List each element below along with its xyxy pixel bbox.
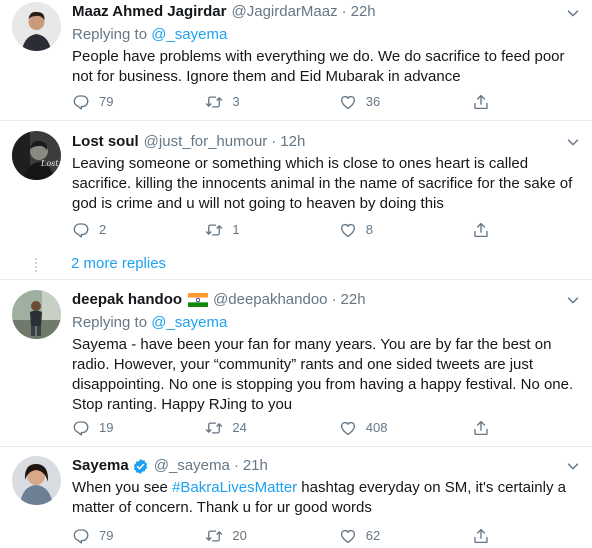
reply-button[interactable]: 2 (72, 219, 205, 241)
like-count: 36 (365, 94, 381, 109)
thread-connector (35, 258, 37, 272)
retweet-icon (205, 419, 223, 437)
author-name[interactable]: Maaz Ahmed Jagirdar (72, 2, 227, 22)
avatar[interactable] (12, 2, 61, 51)
author-name[interactable]: Sayema (72, 456, 129, 476)
share-icon (472, 221, 490, 239)
replying-to: Replying to @_sayema (72, 313, 578, 333)
avatar[interactable] (12, 290, 61, 339)
verified-icon (133, 458, 147, 474)
retweet-count: 20 (232, 528, 247, 543)
reply-button[interactable]: 79 (72, 91, 205, 113)
show-more-replies-link[interactable]: 2 more replies (71, 254, 166, 274)
share-button[interactable] (472, 417, 512, 439)
like-button[interactable]: 8 (339, 219, 472, 241)
hashtag-link[interactable]: #BakraLivesMatter (172, 479, 297, 496)
reply-count: 19 (99, 420, 114, 435)
retweet-count: 1 (232, 222, 240, 237)
avatar-caption: Lost (41, 159, 59, 168)
tweet-text: People have problems with everything we … (72, 48, 565, 85)
retweet-icon (205, 221, 223, 239)
reply-icon (72, 93, 90, 111)
like-icon (339, 93, 357, 111)
like-icon (339, 221, 357, 239)
tweet-card[interactable]: deepak handoo @deepakhandoo · 22h Replyi… (0, 280, 592, 446)
like-count: 8 (365, 222, 374, 237)
tweet-card[interactable]: Lost Lost soul @just_for_humour · 12h Le… (0, 121, 592, 251)
share-button[interactable] (472, 525, 512, 547)
separator-dot: · (331, 291, 337, 308)
reply-count: 79 (99, 94, 114, 109)
like-button[interactable]: 62 (339, 525, 472, 547)
author-handle[interactable]: @JagirdarMaaz (232, 2, 338, 22)
author-name[interactable]: deepak handoo (72, 290, 182, 310)
retweet-button[interactable]: 1 (205, 219, 338, 241)
share-button[interactable] (472, 91, 512, 113)
like-icon (339, 419, 357, 437)
separator-dot: · (233, 457, 239, 474)
retweet-icon (205, 93, 223, 111)
author-name[interactable]: Lost soul (72, 132, 139, 152)
like-button[interactable]: 36 (339, 91, 472, 113)
tweet-timestamp[interactable]: 22h (351, 2, 376, 22)
tweet-text-part: When you see (72, 479, 173, 496)
replying-to: Replying to @_sayema (72, 25, 578, 45)
author-handle[interactable]: @just_for_humour (144, 132, 268, 152)
reply-icon (72, 527, 90, 545)
separator-dot: · (271, 133, 277, 150)
share-icon (472, 419, 490, 437)
tweet-timestamp[interactable]: 21h (243, 456, 268, 476)
more-icon[interactable] (564, 133, 582, 151)
tweet-timestamp[interactable]: 12h (280, 132, 305, 152)
share-icon (472, 93, 490, 111)
tweet-card[interactable]: Sayema @_sayema · 21h When you see #Bakr… (0, 447, 592, 548)
reply-button[interactable]: 19 (72, 417, 205, 439)
like-count: 62 (365, 528, 381, 543)
tweet-text: Leaving someone or something which is cl… (72, 155, 573, 212)
like-count: 408 (365, 420, 388, 435)
share-icon (472, 527, 490, 545)
tweet-text: Sayema - have been your fan for many yea… (72, 336, 574, 413)
avatar[interactable]: Lost (12, 131, 61, 180)
share-button[interactable] (472, 219, 512, 241)
retweet-icon (205, 527, 223, 545)
reply-count: 2 (99, 222, 107, 237)
retweet-count: 24 (232, 420, 247, 435)
retweet-button[interactable]: 20 (205, 525, 338, 547)
author-handle[interactable]: @_sayema (154, 456, 230, 476)
replying-to-label: Replying to (72, 314, 152, 331)
like-icon (339, 527, 357, 545)
replying-to-label: Replying to (72, 26, 152, 43)
avatar[interactable] (12, 456, 61, 505)
tweet-card[interactable]: Maaz Ahmed Jagirdar @JagirdarMaaz · 22h … (0, 0, 592, 120)
reply-count: 79 (99, 528, 114, 543)
like-button[interactable]: 408 (339, 417, 472, 439)
tweet-timestamp[interactable]: 22h (341, 290, 366, 310)
reply-button[interactable]: 79 (72, 525, 205, 547)
replying-to-handle[interactable]: @_sayema (151, 314, 227, 331)
more-icon[interactable] (564, 291, 582, 309)
replying-to-handle[interactable]: @_sayema (151, 26, 227, 43)
retweet-button[interactable]: 24 (205, 417, 338, 439)
india-flag-icon (188, 293, 209, 307)
retweet-count: 3 (232, 94, 240, 109)
more-icon[interactable] (564, 4, 582, 22)
separator-dot: · (341, 3, 347, 20)
retweet-button[interactable]: 3 (205, 91, 338, 113)
author-handle[interactable]: @deepakhandoo (213, 290, 328, 310)
reply-icon (72, 221, 90, 239)
more-icon[interactable] (564, 457, 582, 475)
reply-icon (72, 419, 90, 437)
tweet-text: When you see #BakraLivesMatter hashtag e… (72, 478, 578, 518)
